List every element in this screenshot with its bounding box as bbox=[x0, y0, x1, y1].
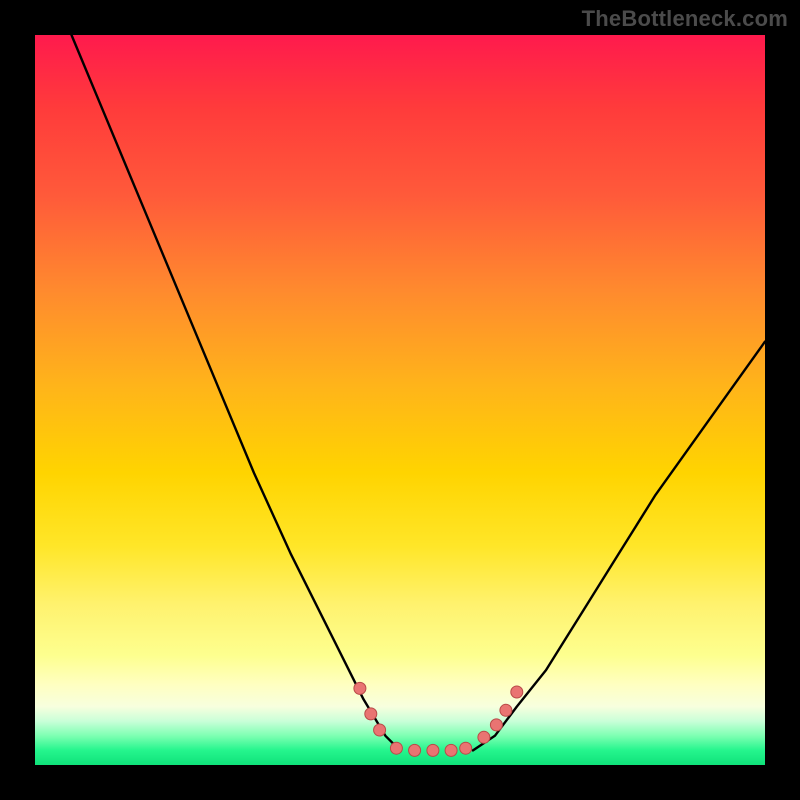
curve-markers bbox=[354, 682, 523, 756]
curve-marker bbox=[478, 731, 490, 743]
curve-marker bbox=[409, 744, 421, 756]
curve-marker bbox=[511, 686, 523, 698]
curve-marker bbox=[500, 704, 512, 716]
curve-marker bbox=[445, 744, 457, 756]
curve-marker bbox=[365, 708, 377, 720]
chart-frame: TheBottleneck.com bbox=[0, 0, 800, 800]
plot-area bbox=[35, 35, 765, 765]
curve-marker bbox=[490, 719, 502, 731]
watermark-text: TheBottleneck.com bbox=[582, 6, 788, 32]
curve-marker bbox=[354, 682, 366, 694]
curve-left-branch bbox=[72, 35, 401, 750]
chart-svg bbox=[35, 35, 765, 765]
curve-marker bbox=[460, 742, 472, 754]
curve-marker bbox=[390, 742, 402, 754]
curve-marker bbox=[374, 724, 386, 736]
curve-marker bbox=[427, 744, 439, 756]
